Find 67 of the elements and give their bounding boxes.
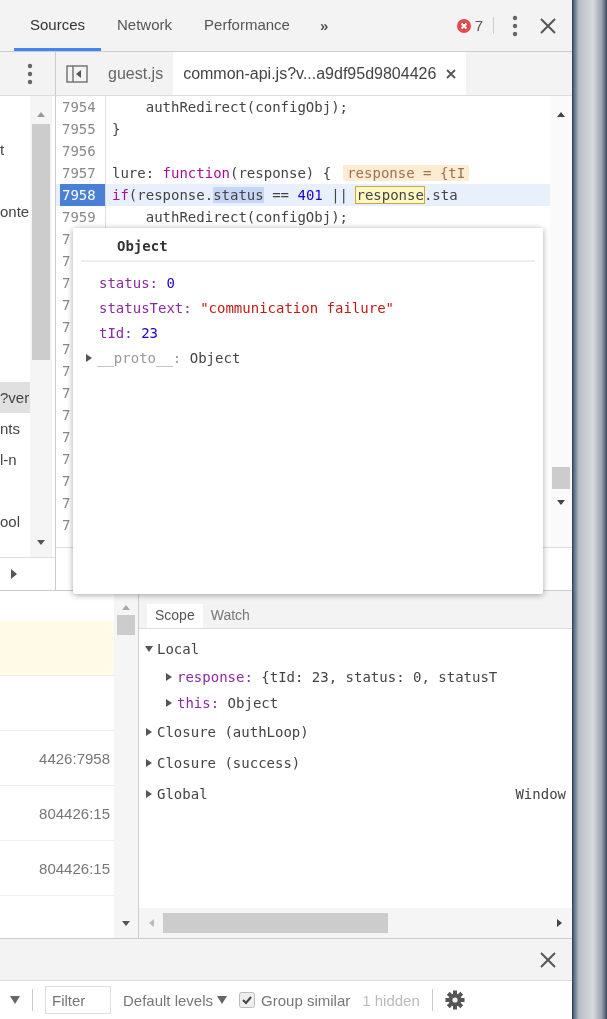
expand-triangle-icon[interactable] bbox=[165, 673, 173, 681]
expand-triangle-icon[interactable] bbox=[85, 353, 93, 362]
scope-label[interactable]: Global bbox=[157, 785, 208, 802]
scroll-right-icon[interactable] bbox=[556, 918, 564, 928]
line-number[interactable]: 7958 bbox=[60, 184, 106, 206]
object-property: tId: 23 bbox=[98, 324, 158, 341]
error-icon bbox=[456, 18, 471, 33]
expand-triangle-icon[interactable] bbox=[10, 569, 18, 579]
hidden-count: 1 hidden bbox=[362, 991, 420, 1009]
popover-title: Object bbox=[81, 228, 535, 262]
expand-triangle-icon[interactable] bbox=[165, 699, 173, 707]
file-tree-item[interactable]: ool bbox=[0, 506, 30, 537]
checkbox[interactable] bbox=[239, 992, 256, 1008]
scope-label[interactable]: Local bbox=[157, 640, 200, 657]
error-count: 7 bbox=[474, 17, 483, 34]
close-icon[interactable] bbox=[540, 17, 556, 34]
scroll-down-icon[interactable] bbox=[121, 920, 131, 928]
code-line: lure: function(response) { response = {tI bbox=[106, 165, 470, 181]
scroll-down-icon[interactable] bbox=[36, 539, 46, 547]
levels-dropdown[interactable]: Default levels bbox=[123, 991, 228, 1009]
file-tab[interactable]: common-api.js?v...a9df95d9804426 bbox=[173, 52, 467, 95]
expand-triangle-icon[interactable] bbox=[145, 644, 153, 653]
code-line: authRedirect(configObj); bbox=[144, 209, 348, 225]
scrollbar-thumb[interactable] bbox=[32, 124, 50, 360]
file-tree-item[interactable]: l-n bbox=[0, 444, 30, 475]
file-tree-item[interactable]: ?ver bbox=[0, 382, 30, 413]
expand-triangle-icon[interactable] bbox=[145, 789, 153, 798]
caret-icon bbox=[217, 996, 228, 1004]
object-property[interactable]: __proto__: Object bbox=[97, 349, 241, 366]
scope-variable[interactable]: this: Object bbox=[177, 695, 279, 711]
panel-tab[interactable]: Performance bbox=[188, 0, 306, 51]
panel-tab[interactable]: Network bbox=[101, 0, 189, 51]
sidebar-tab[interactable]: Scope bbox=[147, 604, 203, 628]
file-tree-item[interactable]: nts bbox=[0, 413, 30, 444]
scrollbar-thumb[interactable] bbox=[117, 615, 135, 635]
more-tabs-button[interactable]: » bbox=[319, 17, 329, 34]
sidebar-toggle-icon[interactable] bbox=[66, 64, 88, 83]
file-tree-item[interactable]: t bbox=[0, 134, 30, 165]
settings-icon[interactable] bbox=[444, 990, 465, 1010]
line-number[interactable]: 7955 bbox=[60, 118, 106, 140]
line-number[interactable]: 7954 bbox=[60, 96, 106, 118]
scroll-down-icon[interactable] bbox=[556, 499, 566, 507]
filter-field[interactable]: Filter bbox=[45, 986, 111, 1014]
code-line: } bbox=[111, 121, 121, 137]
scope-value: Window bbox=[515, 785, 567, 802]
scope-label[interactable]: Closure (authLoop) bbox=[157, 723, 309, 740]
file-tree-item[interactable]: onte bbox=[0, 196, 30, 227]
checkbox-label[interactable]: Group similar bbox=[261, 991, 351, 1009]
scope-variable[interactable]: response: {tId: 23, status: 0, statusT bbox=[177, 669, 498, 685]
dropdown-caret-icon[interactable] bbox=[10, 996, 20, 1004]
line-number[interactable]: 7956 bbox=[60, 140, 106, 162]
object-property: statusText: "communication failure" bbox=[98, 299, 395, 316]
scroll-up-icon[interactable] bbox=[556, 110, 566, 118]
expand-triangle-icon[interactable] bbox=[145, 758, 153, 767]
close-icon[interactable] bbox=[540, 951, 556, 968]
menu-icon[interactable] bbox=[512, 14, 518, 37]
object-property: status: 0 bbox=[98, 274, 175, 291]
scrollbar-thumb[interactable] bbox=[552, 467, 570, 489]
scope-label[interactable]: Closure (success) bbox=[157, 754, 301, 771]
sidebar-tab[interactable]: Watch bbox=[202, 604, 258, 628]
menu-icon[interactable] bbox=[27, 62, 33, 85]
close-icon[interactable] bbox=[446, 68, 457, 79]
code-line: authRedirect(configObj); bbox=[144, 99, 348, 115]
scrollbar-thumb[interactable] bbox=[163, 913, 388, 933]
file-tab[interactable]: guest.js bbox=[98, 52, 174, 95]
expand-triangle-icon[interactable] bbox=[145, 727, 153, 736]
code-line: if(response.status == 401 || response.sta bbox=[111, 187, 458, 203]
